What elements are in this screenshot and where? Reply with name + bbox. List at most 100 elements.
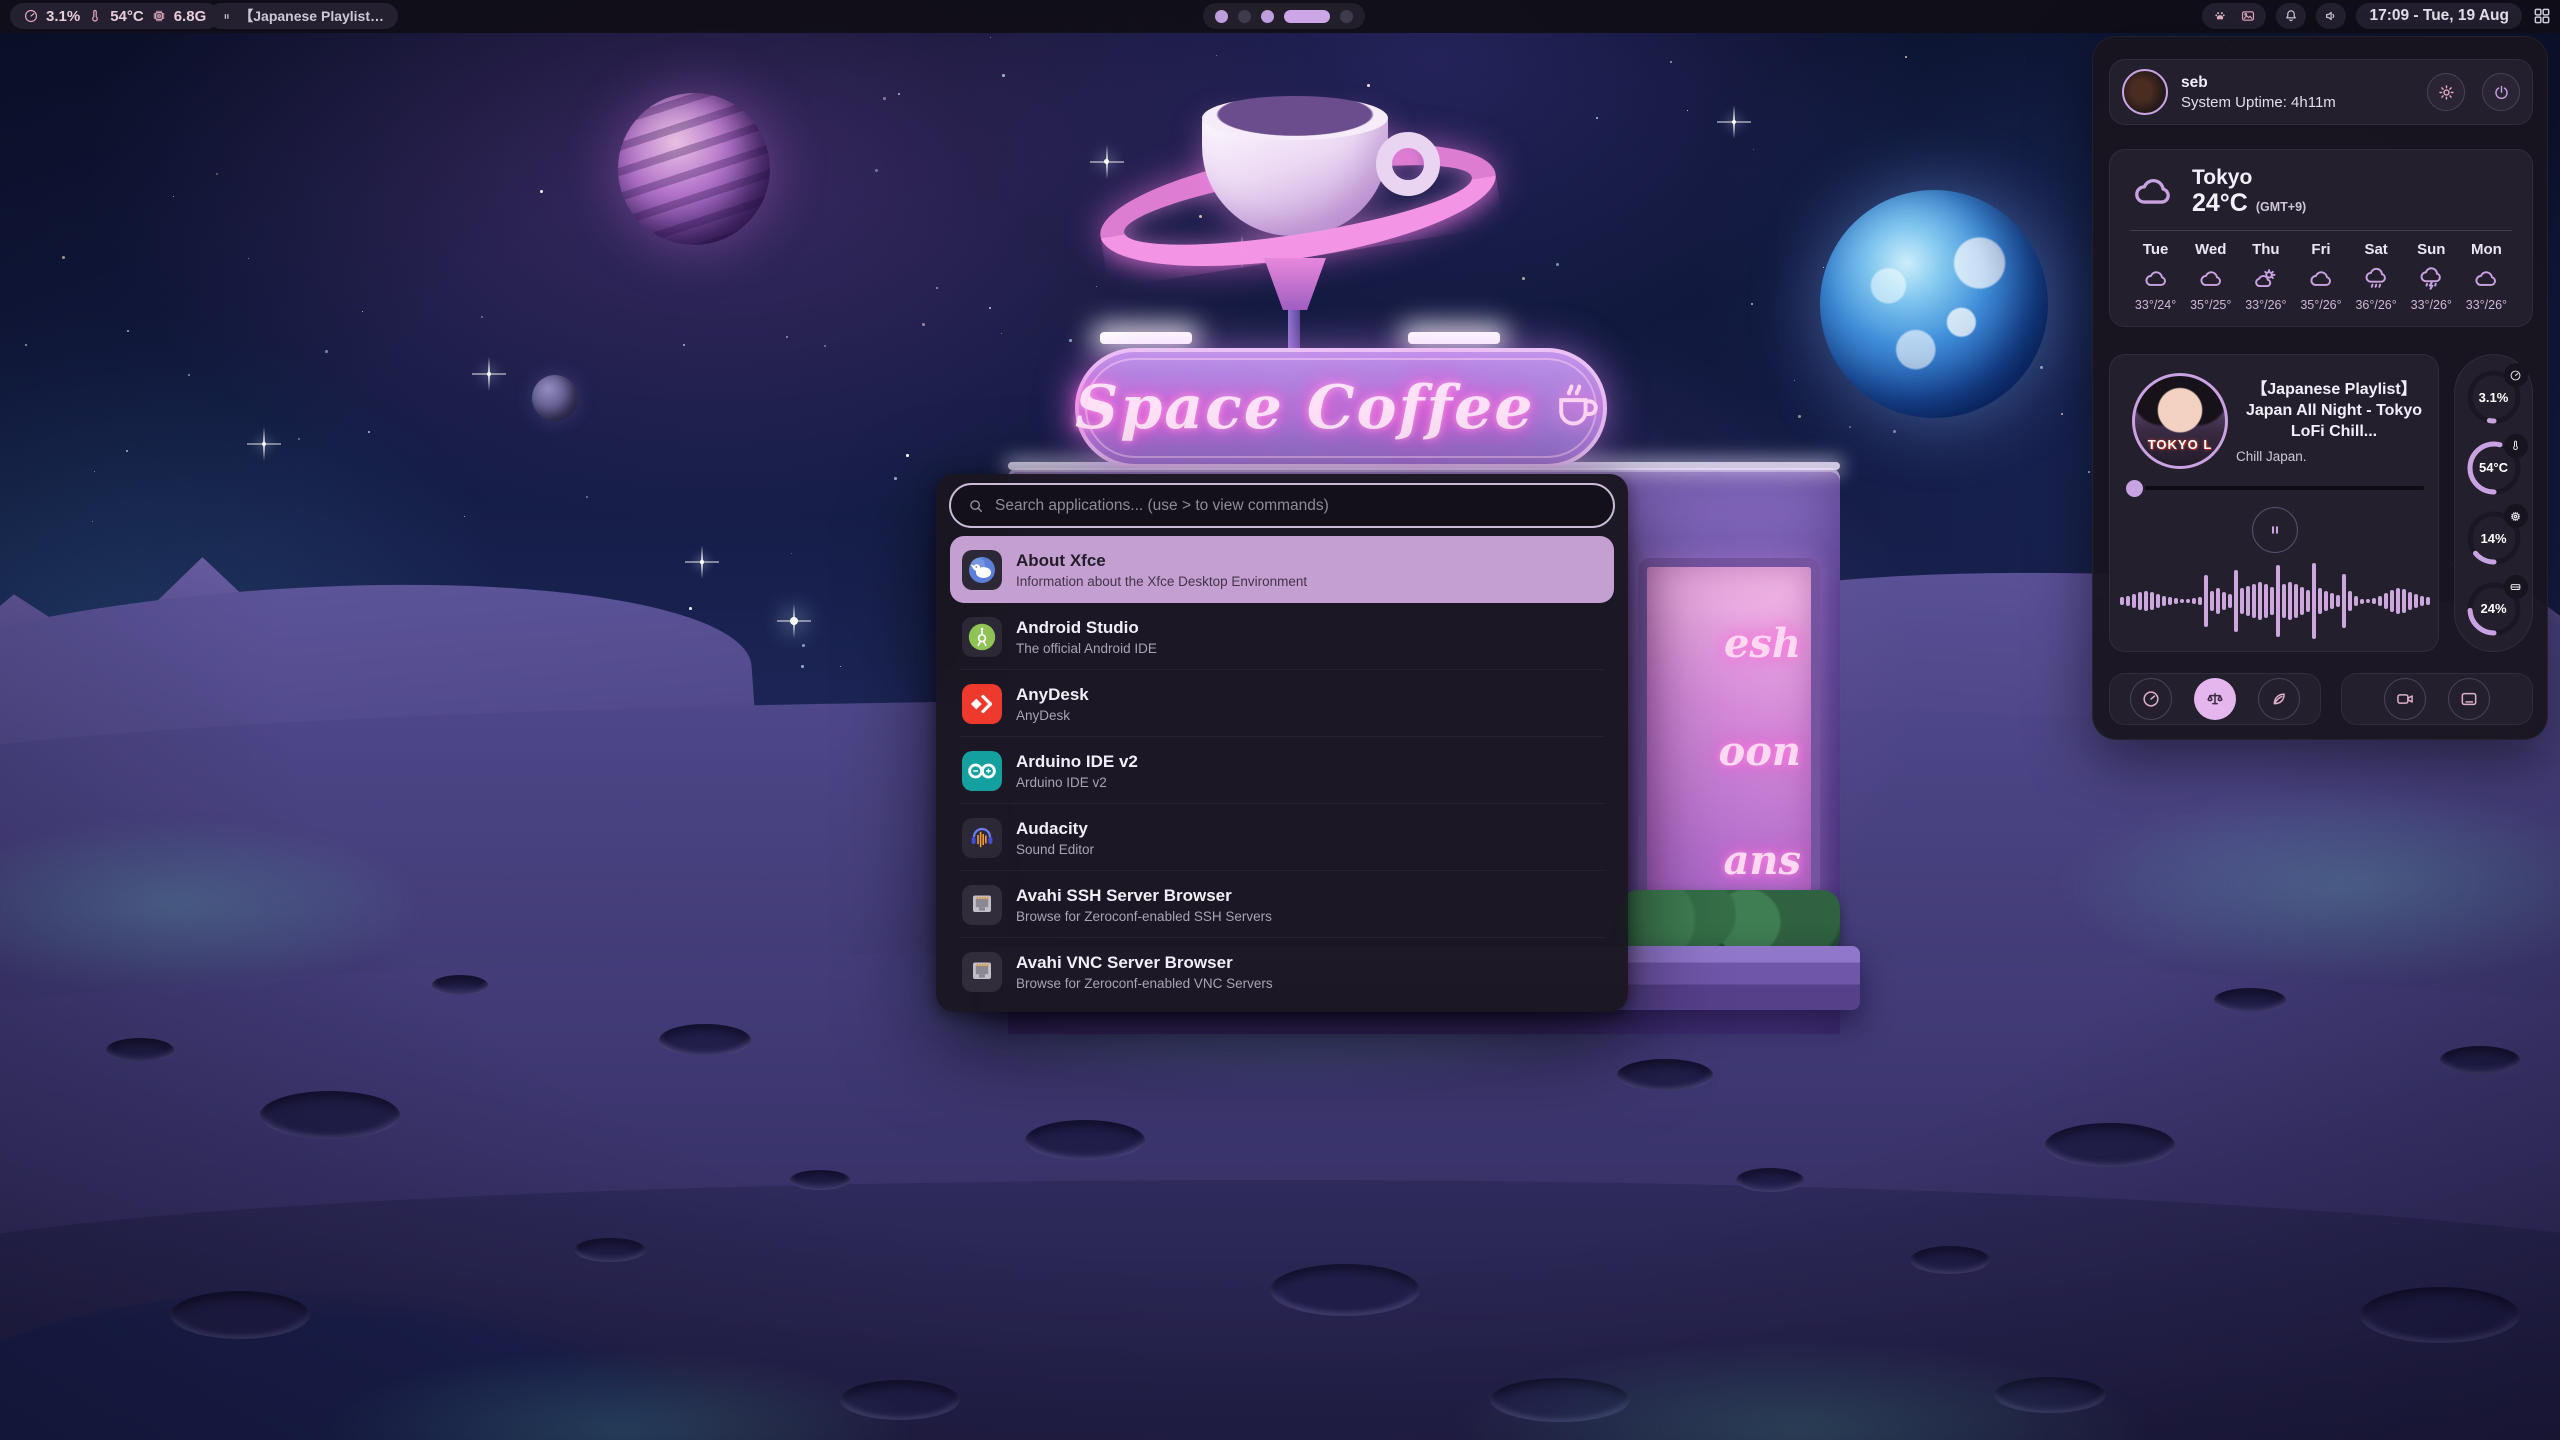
chip-icon bbox=[151, 8, 167, 24]
power-button[interactable] bbox=[2482, 73, 2520, 111]
capture-icon bbox=[2459, 689, 2479, 709]
search-input[interactable] bbox=[995, 497, 1597, 515]
launcher-item[interactable]: Arduino IDE v2 Arduino IDE v2 bbox=[950, 737, 1614, 804]
visualizer-bar bbox=[2222, 592, 2226, 610]
power-icon bbox=[2492, 83, 2511, 102]
workspace-dot[interactable] bbox=[1261, 10, 1274, 23]
workspace-dot[interactable] bbox=[1284, 10, 1330, 23]
track-title: 【Japanese Playlist】 Japan All Night - To… bbox=[2236, 379, 2432, 442]
visualizer-bar bbox=[2264, 584, 2268, 618]
forecast-day: Sat 36°/26° bbox=[2349, 241, 2404, 312]
forecast-day: Fri 35°/26° bbox=[2293, 241, 2348, 312]
forecast-temps: 35°/26° bbox=[2293, 298, 2348, 312]
gauge-icon bbox=[2509, 580, 2522, 593]
system-stats-pill[interactable]: 3.1% 54°C 6.8G bbox=[10, 3, 219, 29]
weather-city: Tokyo bbox=[2192, 166, 2306, 189]
star bbox=[188, 374, 190, 376]
visualizer-bar bbox=[2402, 589, 2406, 613]
capture-button[interactable] bbox=[2448, 678, 2490, 720]
app-name: Audacity bbox=[1016, 819, 1094, 839]
workspace-dot[interactable] bbox=[1215, 10, 1228, 23]
star bbox=[173, 196, 174, 197]
dashboard-grid-icon[interactable] bbox=[2532, 6, 2552, 26]
clock-text: 17:09 - Tue, 19 Aug bbox=[2369, 7, 2509, 25]
window-neon-word: esh bbox=[1724, 620, 1801, 667]
app-description: Browse for Zeroconf-enabled VNC Servers bbox=[1016, 976, 1273, 991]
track-artist: Chill Japan. bbox=[2236, 449, 2432, 464]
now-playing-pill[interactable]: 【Japanese Playlist】 J... bbox=[208, 3, 398, 29]
workspace-dot[interactable] bbox=[1340, 10, 1353, 23]
crater bbox=[170, 1291, 310, 1339]
workspace-indicator[interactable] bbox=[1203, 3, 1365, 29]
seek-handle[interactable] bbox=[2126, 480, 2143, 497]
star bbox=[248, 258, 249, 259]
launcher-item[interactable]: Avahi VNC Server Browser Browse for Zero… bbox=[950, 938, 1614, 1005]
paw-tray-icon[interactable] bbox=[2212, 8, 2228, 24]
capture-button[interactable] bbox=[2384, 678, 2426, 720]
star bbox=[894, 477, 897, 480]
power-profile-button[interactable] bbox=[2258, 678, 2300, 720]
launcher-item[interactable]: Audacity Sound Editor bbox=[950, 804, 1614, 871]
power-profile-button[interactable] bbox=[2130, 678, 2172, 720]
star bbox=[464, 516, 465, 517]
star bbox=[298, 438, 300, 440]
launcher-item[interactable]: Avahi SSH Server Browser Browse for Zero… bbox=[950, 871, 1614, 938]
settings-button[interactable] bbox=[2427, 73, 2465, 111]
visualizer-bar bbox=[2258, 582, 2262, 620]
app-icon bbox=[962, 818, 1002, 858]
notifications-button[interactable] bbox=[2276, 3, 2306, 29]
app-name: Android Studio bbox=[1016, 618, 1157, 638]
forecast-weather-icon bbox=[2308, 266, 2334, 292]
forecast-day: Wed 35°/25° bbox=[2183, 241, 2238, 312]
search-bar[interactable] bbox=[949, 483, 1615, 528]
forecast-temps: 33°/26° bbox=[2238, 298, 2293, 312]
seek-track[interactable] bbox=[2145, 486, 2424, 490]
pause-button[interactable] bbox=[2252, 507, 2298, 553]
star bbox=[92, 521, 93, 522]
star bbox=[883, 97, 886, 100]
forecast-day-name: Tue bbox=[2128, 241, 2183, 258]
bright-star bbox=[790, 617, 798, 625]
launcher-item[interactable]: AnyDesk AnyDesk bbox=[950, 670, 1614, 737]
star bbox=[368, 431, 370, 433]
workspace-dot[interactable] bbox=[1238, 10, 1251, 23]
star bbox=[801, 665, 804, 668]
visualizer-bar bbox=[2414, 594, 2418, 608]
power-profile-button[interactable] bbox=[2194, 678, 2236, 720]
app-description: The official Android IDE bbox=[1016, 641, 1157, 656]
pause-icon bbox=[221, 10, 232, 23]
forecast-temps: 33°/26° bbox=[2459, 298, 2514, 312]
launcher-item[interactable]: Android Studio The official Android IDE bbox=[950, 603, 1614, 670]
star bbox=[1670, 61, 1672, 63]
visualizer-bar bbox=[2348, 591, 2352, 611]
star bbox=[1893, 430, 1896, 433]
system-gauge: 14% bbox=[2464, 508, 2524, 568]
top-panel: 3.1% 54°C 6.8G 【Japanese Playlist】 J... … bbox=[0, 0, 2560, 33]
star bbox=[126, 450, 128, 452]
crater bbox=[432, 975, 488, 995]
user-card: seb System Uptime: 4h11m bbox=[2109, 59, 2533, 125]
system-tray[interactable] bbox=[2202, 3, 2266, 29]
wallpaper-tray-icon[interactable] bbox=[2240, 8, 2256, 24]
app-name: AnyDesk bbox=[1016, 685, 1089, 705]
star bbox=[922, 323, 925, 326]
forecast-day-name: Wed bbox=[2183, 241, 2238, 258]
visualizer-bar bbox=[2396, 588, 2400, 614]
system-gauges: 3.1% 54°C 14% bbox=[2454, 354, 2533, 652]
visualizer-bar bbox=[2300, 587, 2304, 615]
crater bbox=[659, 1024, 751, 1056]
seek-bar[interactable] bbox=[2126, 479, 2424, 497]
neon-sign: Space Coffee bbox=[1075, 348, 1607, 468]
star bbox=[127, 330, 129, 332]
visualizer-bar bbox=[2240, 588, 2244, 614]
bright-star bbox=[487, 372, 491, 376]
volume-button[interactable] bbox=[2316, 3, 2346, 29]
visualizer-bar bbox=[2366, 599, 2370, 603]
clock-pill[interactable]: 17:09 - Tue, 19 Aug bbox=[2356, 3, 2522, 29]
visualizer-bar bbox=[2156, 594, 2160, 608]
search-icon bbox=[967, 497, 985, 515]
visualizer-bar bbox=[2294, 584, 2298, 618]
launcher-item[interactable]: About Xfce Information about the Xfce De… bbox=[950, 536, 1614, 603]
visualizer-bar bbox=[2372, 598, 2376, 604]
crater bbox=[260, 1091, 400, 1139]
